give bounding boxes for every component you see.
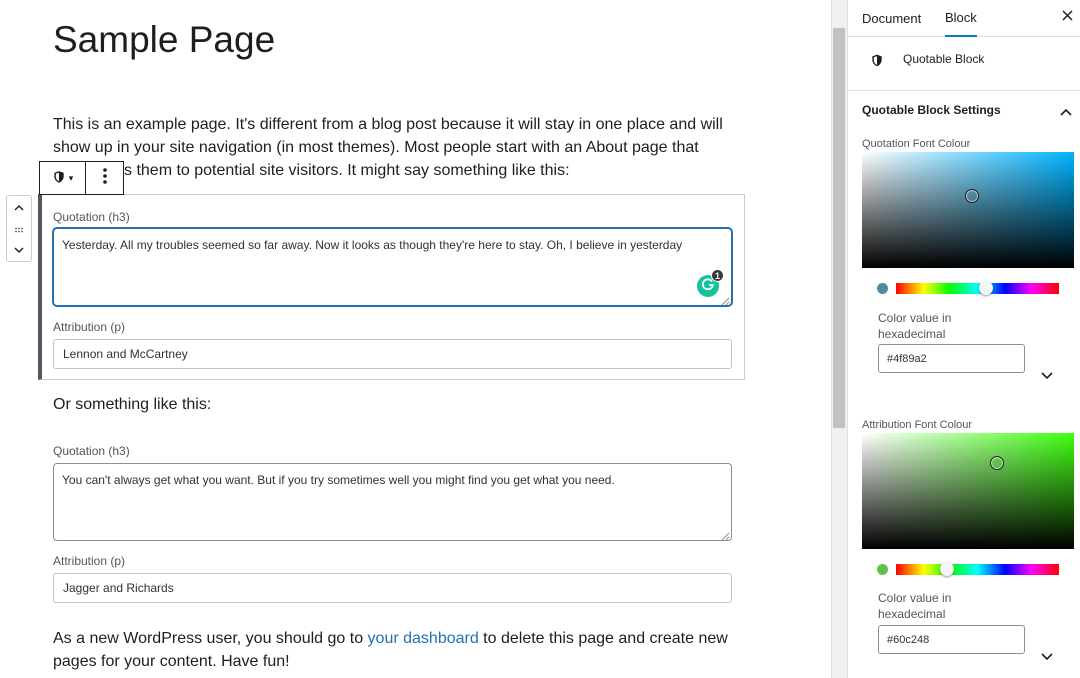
attribution-label-2: Attribution (p) xyxy=(53,554,126,568)
attribution-colour-swatch xyxy=(877,564,888,575)
drag-handle[interactable] xyxy=(12,222,26,236)
quotation-hue-slider[interactable] xyxy=(896,283,1059,294)
outro-text-before: As a new WordPress user, you should go t… xyxy=(53,630,368,647)
quotation-saturation-pointer[interactable] xyxy=(965,189,979,203)
quotation-colour-label: Quotation Font Colour xyxy=(862,138,971,150)
tab-document[interactable]: Document xyxy=(862,0,921,37)
resize-grip-icon[interactable] xyxy=(721,530,730,541)
attribution-saturation-pointer[interactable] xyxy=(990,456,1004,470)
attribution-saturation-area[interactable] xyxy=(862,433,1074,549)
move-down-button[interactable] xyxy=(12,243,26,257)
intro-line-1: This is an example page. It's different … xyxy=(53,116,723,133)
quotation-label-2: Quotation (h3) xyxy=(53,444,130,458)
block-mover xyxy=(6,195,32,262)
block-switcher-button[interactable]: ▾ xyxy=(40,162,86,194)
attribution-input-1[interactable]: Lennon and McCartney xyxy=(53,339,732,369)
attribution-colour-label: Attribution Font Colour xyxy=(862,419,973,431)
chevron-up-icon[interactable] xyxy=(1060,103,1074,117)
between-paragraph[interactable]: Or something like this: xyxy=(53,393,733,416)
block-card-title: Quotable Block xyxy=(903,52,985,66)
close-icon xyxy=(1061,8,1073,26)
quotation-text-2: You can't always get what you want. But … xyxy=(62,473,615,487)
outro-text-after: to delete this page and create new xyxy=(478,630,728,647)
chevron-down-icon xyxy=(14,241,24,259)
outro-line-2: pages for your content. Have fun! xyxy=(53,653,290,670)
editor-scrollbar-thumb[interactable] xyxy=(833,28,845,428)
shield-icon xyxy=(52,170,66,186)
attribution-hue-slider[interactable] xyxy=(896,564,1059,575)
grammarly-count-badge: 1 xyxy=(711,269,724,282)
chevron-down-icon[interactable] xyxy=(1041,648,1055,662)
attribution-hex-label: Color value in hexadecimal xyxy=(878,591,952,621)
panel-title[interactable]: Quotable Block Settings xyxy=(862,103,1001,117)
attribution-text-2: Jagger and Richards xyxy=(63,581,174,595)
attribution-text-1: Lennon and McCartney xyxy=(63,347,188,361)
quotation-label-1: Quotation (h3) xyxy=(53,210,130,224)
sidebar-tabs: Document Block xyxy=(848,0,1080,37)
block-card: Quotable Block xyxy=(848,37,1080,91)
move-up-button[interactable] xyxy=(12,200,26,214)
outro-paragraph[interactable]: As a new WordPress user, you should go t… xyxy=(53,627,733,673)
vertical-ellipsis-icon xyxy=(102,167,107,190)
intro-paragraph[interactable]: This is an example page. It's different … xyxy=(53,113,733,182)
attribution-label-1: Attribution (p) xyxy=(53,320,126,334)
shield-icon xyxy=(870,53,884,73)
tab-block[interactable]: Block xyxy=(945,0,977,37)
quotation-textarea-1[interactable]: Yesterday. All my troubles seemed so far… xyxy=(53,228,732,306)
chevron-up-icon xyxy=(14,198,24,216)
caret-down-icon: ▾ xyxy=(68,172,74,183)
drag-handle-icon xyxy=(14,220,24,238)
quotation-text-1: Yesterday. All my troubles seemed so far… xyxy=(62,238,683,252)
quotation-hex-value: #4f89a2 xyxy=(887,352,927,365)
settings-sidebar: Document Block Quotable Block Quotable B… xyxy=(847,0,1080,678)
attribution-hex-value: #60c248 xyxy=(887,633,930,646)
quotation-colour-swatch xyxy=(877,283,888,294)
dashboard-link[interactable]: your dashboard xyxy=(368,630,479,647)
quotation-textarea-2[interactable]: You can't always get what you want. But … xyxy=(53,463,732,541)
page-title[interactable]: Sample Page xyxy=(53,18,275,62)
quotation-hue-thumb[interactable] xyxy=(978,281,993,295)
quotation-hex-label: Color value in hexadecimal xyxy=(878,311,952,341)
quotation-hex-input[interactable]: #4f89a2 xyxy=(878,344,1025,373)
resize-grip-icon[interactable] xyxy=(721,295,730,306)
chevron-down-icon[interactable] xyxy=(1041,367,1055,381)
intro-line-2: show up in your site navigation (in most… xyxy=(53,139,699,156)
attribution-input-2[interactable]: Jagger and Richards xyxy=(53,573,732,603)
quotation-saturation-area[interactable] xyxy=(862,152,1074,268)
attribution-hex-input[interactable]: #60c248 xyxy=(878,625,1025,654)
intro-line-3: s them to potential site visitors. It mi… xyxy=(124,162,570,179)
attribution-hue-thumb[interactable] xyxy=(939,562,954,576)
editor-canvas: Sample Page This is an example page. It'… xyxy=(0,0,831,678)
block-toolbar: ▾ xyxy=(39,161,124,195)
more-options-button[interactable] xyxy=(86,162,123,194)
close-sidebar-button[interactable] xyxy=(1058,8,1076,26)
